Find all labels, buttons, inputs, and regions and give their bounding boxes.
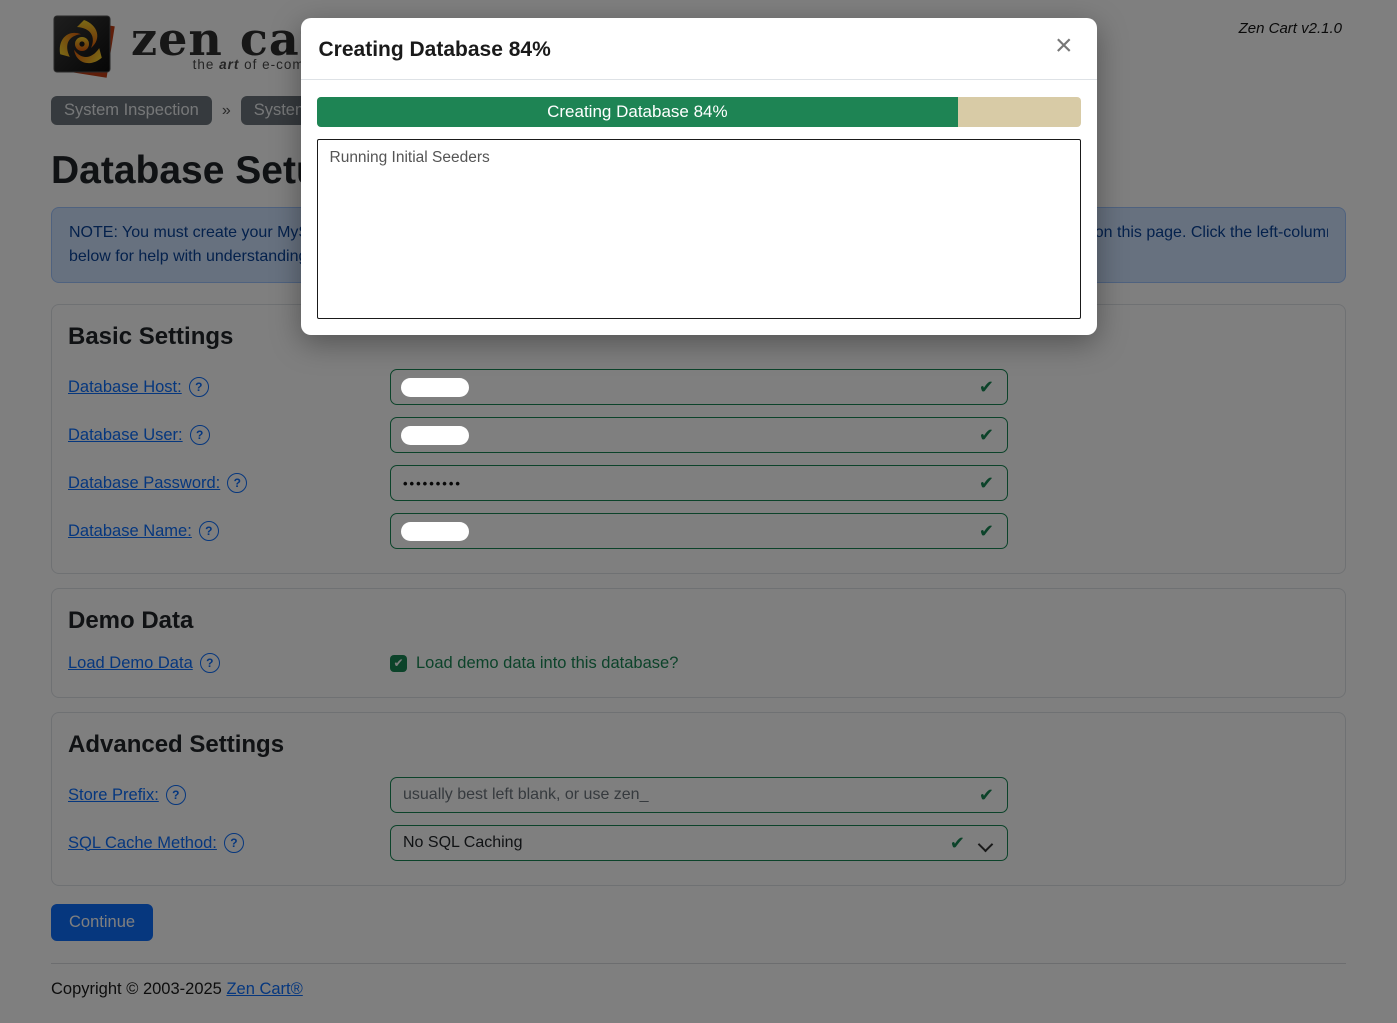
redaction-pill — [401, 378, 469, 397]
modal-body: Creating Database 84% Running Initial Se… — [301, 80, 1097, 335]
install-log-output: Running Initial Seeders — [317, 139, 1081, 319]
progress-bar: Creating Database 84% — [317, 97, 1081, 127]
progress-label: Creating Database 84% — [547, 102, 728, 122]
redaction-pill — [401, 426, 469, 445]
close-icon[interactable]: × — [1049, 30, 1079, 62]
progress-fill: Creating Database 84% — [317, 97, 959, 127]
modal-title: Creating Database 84% — [319, 38, 551, 61]
creating-database-modal: Creating Database 84% × Creating Databas… — [301, 18, 1097, 335]
modal-header: Creating Database 84% × — [301, 18, 1097, 80]
redaction-pill — [401, 522, 469, 541]
